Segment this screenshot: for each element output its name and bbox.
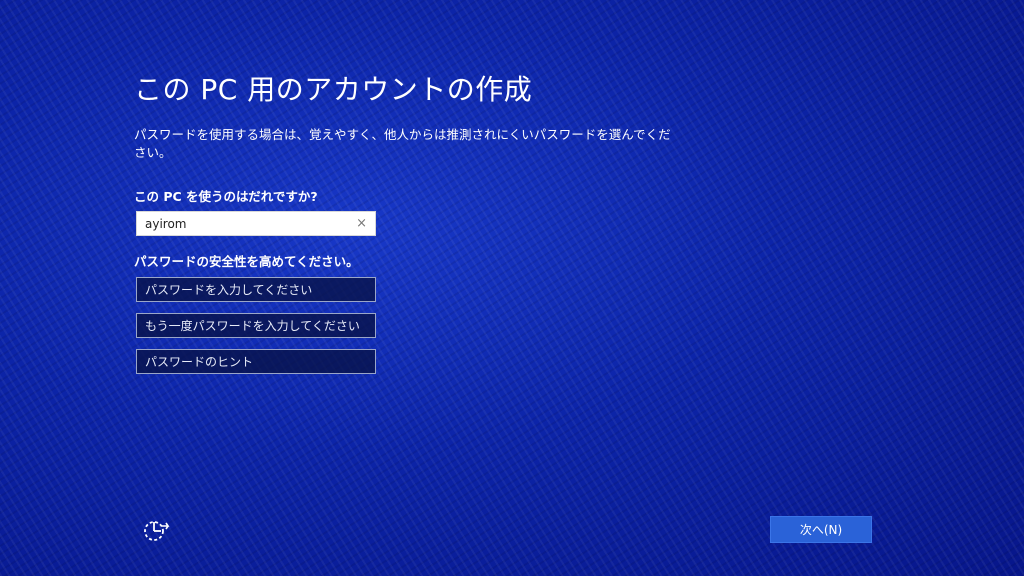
next-button[interactable]: 次へ(N) [770, 516, 872, 543]
confirm-password-input[interactable] [136, 313, 376, 338]
oobe-screen: この PC 用のアカウントの作成 パスワードを使用する場合は、覚えやすく、他人か… [0, 0, 1024, 576]
clear-icon[interactable]: × [356, 215, 367, 232]
username-field-container: × [136, 211, 376, 236]
username-input[interactable] [137, 212, 363, 235]
page-title: この PC 用のアカウントの作成 [134, 73, 533, 106]
password-hint-input[interactable] [136, 349, 376, 374]
password-section-label: パスワードの安全性を高めてください。 [134, 254, 359, 269]
ease-of-access-icon[interactable] [141, 516, 171, 544]
password-input[interactable] [136, 277, 376, 302]
page-description: パスワードを使用する場合は、覚えやすく、他人からは推測されにくいパスワードを選ん… [134, 127, 671, 160]
username-label: この PC を使うのはだれですか? [134, 189, 318, 204]
